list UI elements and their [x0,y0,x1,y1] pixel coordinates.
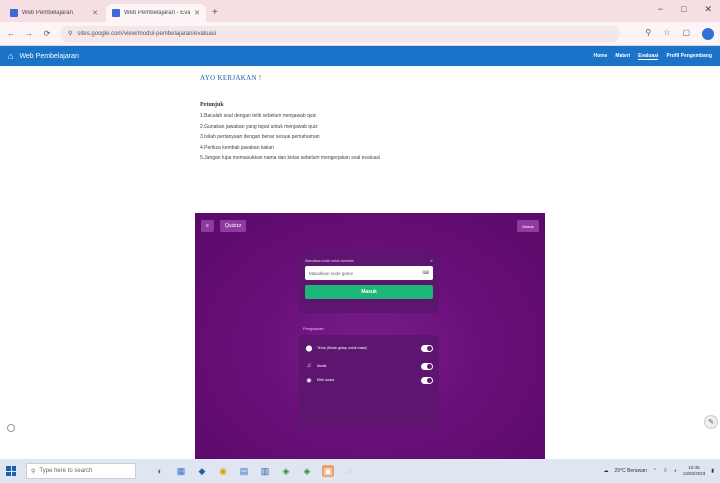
clock[interactable]: 10:45 13/02/2023 [683,465,706,477]
weather-icon: ☁ [603,468,609,474]
site-favicon-icon [112,9,120,17]
quiz-topbar: ≡ Quizizz [201,220,247,232]
url-text: sites.google.com/view/modul-pembelajaran… [77,30,217,37]
sound-icon: ◉ [306,377,312,384]
instruction-item: 2.Gunakan jawaban yang tepat untuk menja… [200,123,318,130]
nav-item-home[interactable]: Home [594,53,608,60]
bookmark-star-icon[interactable]: ☆ [663,28,670,40]
home-icon[interactable]: ⌂ [8,51,13,61]
nav-item-evaluasi[interactable]: Evaluasi [638,53,659,60]
site-info-icon[interactable]: ⚲ [68,30,72,37]
clock-date: 13/02/2023 [682,471,706,476]
instructions-list: 1.Bacalah soal dengan teliti sebelum men… [200,111,580,164]
game-code-input[interactable]: Masukkan kode game ⌨ [305,266,433,280]
browser-toolbar: ← → ⟳ ⚲ sites.google.com/view/modul-pemb… [0,22,720,46]
setting-label: Musik [317,364,327,368]
site-header: ⌂ Web Pembelajaran Home Materi Evaluasi … [0,46,720,66]
setting-row-music: ♫ Musik [305,359,433,373]
task-view-icon[interactable]: ▦ [175,465,187,477]
notifications-icon[interactable]: ▮ [711,468,714,474]
tab-close-icon[interactable]: ✕ [194,9,200,17]
tab-title: Web Pembelajaran - Evaluasi [124,10,191,16]
keypad-icon[interactable]: ⌨ [423,270,430,276]
browser-tab-1[interactable]: Web Pembelajaran - Evaluasi ✕ [106,4,206,22]
code-label: Masukkan kode untuk bermain [305,259,354,263]
maximize-button[interactable]: □ [681,4,686,15]
photos-icon[interactable]: ◈ [301,465,313,477]
sound-toggle[interactable] [421,376,433,384]
page-content: AYO KERJAKAN ! Petunjuk 1.Bacalah soal d… [200,74,580,164]
reload-button[interactable]: ⟳ [42,29,52,38]
new-tab-button[interactable]: + [212,7,218,18]
browser-tab-0[interactable]: Web Pembelajaran ✕ [4,4,104,22]
system-tray: ☁ 29°C Berawan ⌃ ⌔ ◖ 10:45 13/02/2023 ▮ [603,465,714,477]
network-icon[interactable]: ⌔ [663,468,668,474]
instruction-item: 1.Bacalah soal dengan teliti sebelum men… [200,113,317,119]
page-heading: AYO KERJAKAN ! [200,74,262,82]
instruction-item: 4.Periksa kembali jawaban kalian [200,144,274,151]
music-toggle[interactable] [421,362,433,370]
instruction-item: 3.Isilah pertanyaan dengan benar sesuai … [200,134,320,140]
browser-tab-bar: Web Pembelajaran ✕ Web Pembelajaran - Ev… [0,0,720,22]
edit-pencil-icon[interactable]: ✎ [704,415,718,429]
search-icon[interactable]: ⚲ [645,28,651,40]
toolbar-actions: ⚲ ☆ ▢ [645,27,714,40]
back-button[interactable]: ← [6,29,16,38]
windows-start-icon[interactable] [6,466,16,476]
edge-icon[interactable]: ◐ [154,465,166,477]
setting-label: Tema (Mode gelap untuk mata) [317,346,367,350]
quiz-login-button[interactable]: Masuk [517,220,539,232]
tray-overflow-icon[interactable]: ⌃ [653,468,657,474]
join-button[interactable]: Masuk [305,285,433,299]
taskbar-search[interactable]: ⚲ Type here to search [26,463,136,479]
theme-toggle[interactable] [421,344,433,352]
music-icon: ♫ [306,363,312,369]
settings-gear-icon[interactable] [7,424,15,432]
sidepanel-icon[interactable]: ▢ [682,28,690,40]
code-placeholder: Masukkan kode game [309,270,354,276]
code-label-row: Masukkan kode untuk bermain ✕ [305,259,433,263]
search-icon: ⚲ [31,468,36,475]
nav-item-materi[interactable]: Materi [615,53,630,60]
quiz-menu-button[interactable]: ≡ [201,220,214,232]
search-placeholder: Type here to search [39,468,93,474]
excel-icon[interactable]: ◈ [280,465,292,477]
close-button[interactable]: ✕ [704,4,712,15]
site-title[interactable]: Web Pembelajaran [19,53,78,60]
minimize-button[interactable]: − [658,4,663,15]
chrome-icon[interactable]: ◉ [217,465,229,477]
profile-avatar[interactable] [702,27,714,40]
file-explorer-icon[interactable]: ◆ [196,465,208,477]
word-icon[interactable]: ▥ [259,465,271,477]
taskbar-apps: ◐ ▦ ◆ ◉ ▤ ▥ ◈ ◈ ▣ ◌ [154,465,355,477]
site-nav: Home Materi Evaluasi Profil Pengembang [594,53,712,60]
forward-button[interactable]: → [24,29,34,38]
powerpoint-icon[interactable]: ▣ [322,465,334,477]
site-favicon-icon [10,9,18,17]
setting-label: Efek suara [317,378,335,382]
window-controls: − □ ✕ [658,4,712,15]
setting-row-sound: ◉ Efek suara [305,373,433,387]
weather-text[interactable]: 29°C Berawan [614,468,646,474]
join-card: Masukkan kode untuk bermain ✕ Masukkan k… [299,253,439,313]
tab-close-icon[interactable]: ✕ [92,9,98,17]
settings-title: Pengaturan [303,326,324,331]
close-icon[interactable]: ✕ [430,259,433,263]
quiz-embed: ≡ Quizizz Masuk Masukkan kode untuk berm… [195,213,545,459]
windows-taskbar: ⚲ Type here to search ◐ ▦ ◆ ◉ ▤ ▥ ◈ ◈ ▣ … [0,459,720,483]
quiz-brand[interactable]: Quizizz [219,220,247,232]
nav-item-profil[interactable]: Profil Pengembang [666,53,712,60]
settings-panel: ⬤ Tema (Mode gelap untuk mata) ♫ Musik ◉… [299,335,439,427]
setting-row-theme: ⬤ Tema (Mode gelap untuk mata) [305,341,433,355]
store-icon[interactable]: ▤ [238,465,250,477]
instructions-title: Petunjuk [200,102,224,108]
theme-icon: ⬤ [305,345,313,352]
address-bar[interactable]: ⚲ sites.google.com/view/modul-pembelajar… [60,25,620,42]
instruction-item: 5.Jangan lupa memasukkan nama dan kelas … [200,155,381,161]
browser-icon[interactable]: ◌ [343,465,355,477]
tab-title: Web Pembelajaran [22,10,73,16]
volume-icon[interactable]: ◖ [674,468,677,474]
